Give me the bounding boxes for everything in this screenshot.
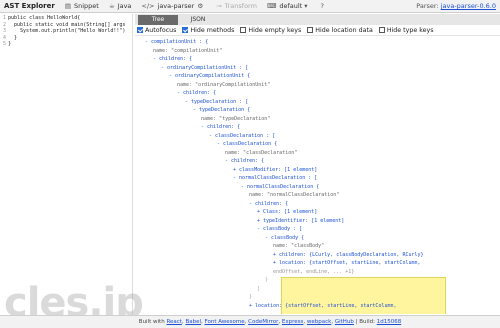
- parser-info: Parser: java-parser-0.6.0: [416, 2, 496, 10]
- tree-node: name: "compilationUnit": [153, 47, 223, 54]
- file-icon: ▤: [64, 2, 71, 10]
- code-text: System.out.println("Hello World!!"): [8, 28, 126, 34]
- keymap-select[interactable]: ⌨ default ▾: [262, 0, 316, 13]
- tree-node[interactable]: + classModifier: [1 element]: [233, 166, 317, 175]
- hide-location-data-checkbox[interactable]: [307, 27, 314, 33]
- parser-select[interactable]: </> java-parser ⚙: [136, 0, 211, 13]
- tree-node[interactable]: - typeDeclaration {: [193, 106, 250, 115]
- hide-type-keys-checkbox[interactable]: [378, 27, 385, 33]
- tree-node: }: [265, 277, 269, 283]
- tree-node[interactable]: + location: {startOffset, startLine, sta…: [249, 302, 397, 311]
- tree-node[interactable]: + location: {startOffset, startLine, sta…: [273, 259, 421, 268]
- tree-node[interactable]: - compilationUnit : {: [145, 38, 208, 47]
- snippet-menu[interactable]: ▤ Snippet: [60, 0, 104, 13]
- tree-node[interactable]: - ordinaryCompilationUnit : [: [161, 64, 248, 73]
- line-number: 5: [2, 41, 6, 47]
- tree-node[interactable]: + Class: [1 element]: [257, 208, 317, 217]
- footer: Built with React, Babel, Font Awesome, C…: [0, 315, 500, 328]
- code-icon: </>: [141, 2, 155, 10]
- tree-node[interactable]: - classDeclaration {: [217, 140, 277, 149]
- tree-node[interactable]: - children: {: [177, 89, 216, 98]
- tree-node: name: "ordinaryCompilationUnit": [177, 81, 271, 88]
- toggle-off-icon: ⊸: [216, 2, 222, 10]
- code-text: }: [8, 41, 12, 47]
- help-button[interactable]: ?: [315, 0, 331, 13]
- tree-node: name: "classBody": [273, 243, 325, 249]
- tree-node[interactable]: - children: {: [201, 123, 240, 132]
- hide-empty-keys-checkbox[interactable]: [240, 27, 247, 33]
- parser-version-link[interactable]: java-parser-0.6.0: [441, 2, 496, 10]
- build-link[interactable]: 1d15068: [377, 319, 402, 325]
- tree-node: }: [249, 294, 253, 300]
- option-hide-location-data[interactable]: Hide location data: [307, 27, 373, 34]
- tree-node[interactable]: - normalClassDeclaration {: [241, 183, 319, 192]
- tab-json[interactable]: JSON: [178, 15, 218, 25]
- tree-node[interactable]: - classBody {: [265, 234, 304, 243]
- build-label: Build:: [359, 319, 375, 325]
- tree-node[interactable]: - typeDeclaration : [: [185, 98, 248, 107]
- help-icon: ?: [320, 2, 324, 10]
- app-title: AST Explorer: [4, 2, 55, 10]
- output-pane: Tree JSON Autofocus Hide methods Hide em…: [135, 14, 500, 314]
- tree-node: name: "classDeclaration": [225, 149, 298, 156]
- footer-link[interactable]: Babel: [185, 319, 201, 325]
- transform-toggle[interactable]: ⊸ Transform: [211, 0, 262, 13]
- footer-link[interactable]: webpack: [307, 319, 331, 325]
- tree-node[interactable]: + children: {LCurly, classBodyDeclaratio…: [273, 251, 424, 260]
- hide-methods-checkbox[interactable]: [182, 27, 189, 33]
- tree-node: endOffset, endLine, ... +1}: [273, 268, 355, 275]
- option-hide-empty-keys[interactable]: Hide empty keys: [240, 27, 301, 34]
- tree-node: ]: [257, 285, 261, 292]
- chevron-down-icon: ▾: [304, 2, 308, 10]
- tree-node[interactable]: - ordinaryCompilationUnit {: [169, 72, 250, 81]
- tree-node[interactable]: - children: {: [225, 157, 264, 166]
- option-autofocus[interactable]: Autofocus: [137, 27, 176, 34]
- code-editor[interactable]: 1 public class HelloWorld{2 public static…: [0, 14, 133, 314]
- ast-tree: - compilationUnit : {name: "compilationU…: [135, 36, 500, 314]
- tab-tree[interactable]: Tree: [138, 15, 178, 25]
- footer-link[interactable]: GitHub: [335, 319, 354, 325]
- keyboard-icon: ⌨: [266, 2, 277, 10]
- option-hide-type-keys[interactable]: Hide type keys: [378, 27, 434, 34]
- tree-node[interactable]: + typeIdentifier: [1 element]: [257, 217, 344, 226]
- footer-link[interactable]: Font Awesome: [205, 319, 245, 325]
- java-icon: ☕: [108, 2, 115, 10]
- code-line[interactable]: 3 System.out.println("Hello World!!"): [0, 28, 132, 35]
- footer-link[interactable]: Express: [282, 319, 303, 325]
- output-tabs: Tree JSON: [135, 14, 500, 25]
- tree-options: Autofocus Hide methods Hide empty keys H…: [135, 25, 500, 36]
- gear-icon[interactable]: ⚙: [197, 2, 203, 10]
- footer-prefix: Built with: [138, 319, 165, 325]
- tree-node: name: "normalClassDeclaration": [249, 192, 340, 198]
- tree-node[interactable]: - classDeclaration : [: [209, 132, 275, 141]
- tree-node[interactable]: - normalClassDeclaration : [: [233, 174, 317, 183]
- footer-link[interactable]: CodeMirror: [248, 319, 278, 325]
- footer-link[interactable]: React: [166, 319, 182, 325]
- tree-node[interactable]: - children: {: [153, 55, 192, 64]
- tree-node[interactable]: - classBody : [: [257, 225, 302, 234]
- language-select[interactable]: ☕ Java: [104, 0, 137, 13]
- tree-node[interactable]: - children: {: [249, 200, 288, 209]
- code-line[interactable]: 5}: [0, 41, 132, 48]
- top-toolbar: AST Explorer ▤ Snippet ☕ Java </> java-p…: [0, 0, 500, 13]
- autofocus-checkbox[interactable]: [137, 27, 143, 33]
- tree-node: name: "typeDeclaration": [201, 115, 271, 122]
- option-hide-methods[interactable]: Hide methods: [182, 27, 234, 34]
